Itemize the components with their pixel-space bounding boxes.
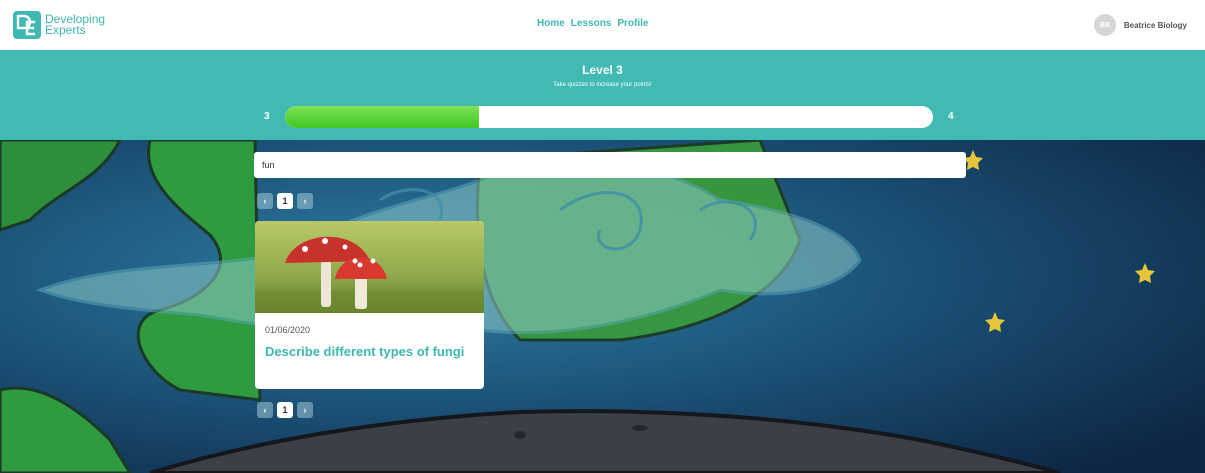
level-title: Level 3 bbox=[582, 63, 623, 77]
lesson-card[interactable]: 01/06/2020 Describe different types of f… bbox=[255, 221, 484, 389]
nav-profile-link[interactable]: Profile bbox=[617, 18, 648, 29]
next-level-number: 4 bbox=[948, 111, 954, 122]
level-progress-fill bbox=[285, 106, 480, 128]
mushroom-image bbox=[255, 221, 484, 313]
lesson-date: 01/06/2020 bbox=[265, 325, 311, 335]
pagination-top: ‹ 1 › bbox=[257, 193, 313, 209]
prev-page-button[interactable]: ‹ bbox=[257, 402, 273, 418]
nav-home-link[interactable]: Home bbox=[537, 18, 565, 29]
main-nav: Home Lessons Profile bbox=[537, 18, 649, 29]
logo-line-2: Experts bbox=[45, 23, 86, 37]
brand-logo[interactable]: Developing Experts bbox=[13, 11, 105, 39]
user-name[interactable]: Beatrice Biology bbox=[1124, 21, 1187, 30]
page-1-button[interactable]: 1 bbox=[277, 193, 293, 209]
lesson-search-input[interactable] bbox=[254, 152, 966, 178]
space-background-illustration bbox=[0, 140, 1205, 473]
top-navigation-bar: Developing Experts Home Lessons Profile … bbox=[0, 0, 1205, 50]
level-banner: Level 3 Take quizzes to increase your po… bbox=[0, 50, 1205, 140]
logo-text: Developing Experts bbox=[45, 13, 105, 37]
nav-lessons-link[interactable]: Lessons bbox=[571, 18, 612, 29]
logo-mark-icon bbox=[13, 11, 41, 39]
next-page-button[interactable]: › bbox=[297, 402, 313, 418]
pagination-bottom: ‹ 1 › bbox=[257, 402, 313, 418]
current-level-number: 3 bbox=[264, 111, 270, 122]
avatar[interactable]: BB bbox=[1093, 14, 1116, 36]
next-page-button[interactable]: › bbox=[297, 193, 313, 209]
user-menu[interactable]: BB Beatrice Biology bbox=[1093, 14, 1187, 36]
prev-page-button[interactable]: ‹ bbox=[257, 193, 273, 209]
page-1-button[interactable]: 1 bbox=[277, 402, 293, 418]
level-progress-bar bbox=[285, 106, 933, 128]
level-subtitle: Take quizzes to increase your points! bbox=[553, 82, 652, 88]
lesson-title[interactable]: Describe different types of fungi bbox=[265, 342, 470, 361]
